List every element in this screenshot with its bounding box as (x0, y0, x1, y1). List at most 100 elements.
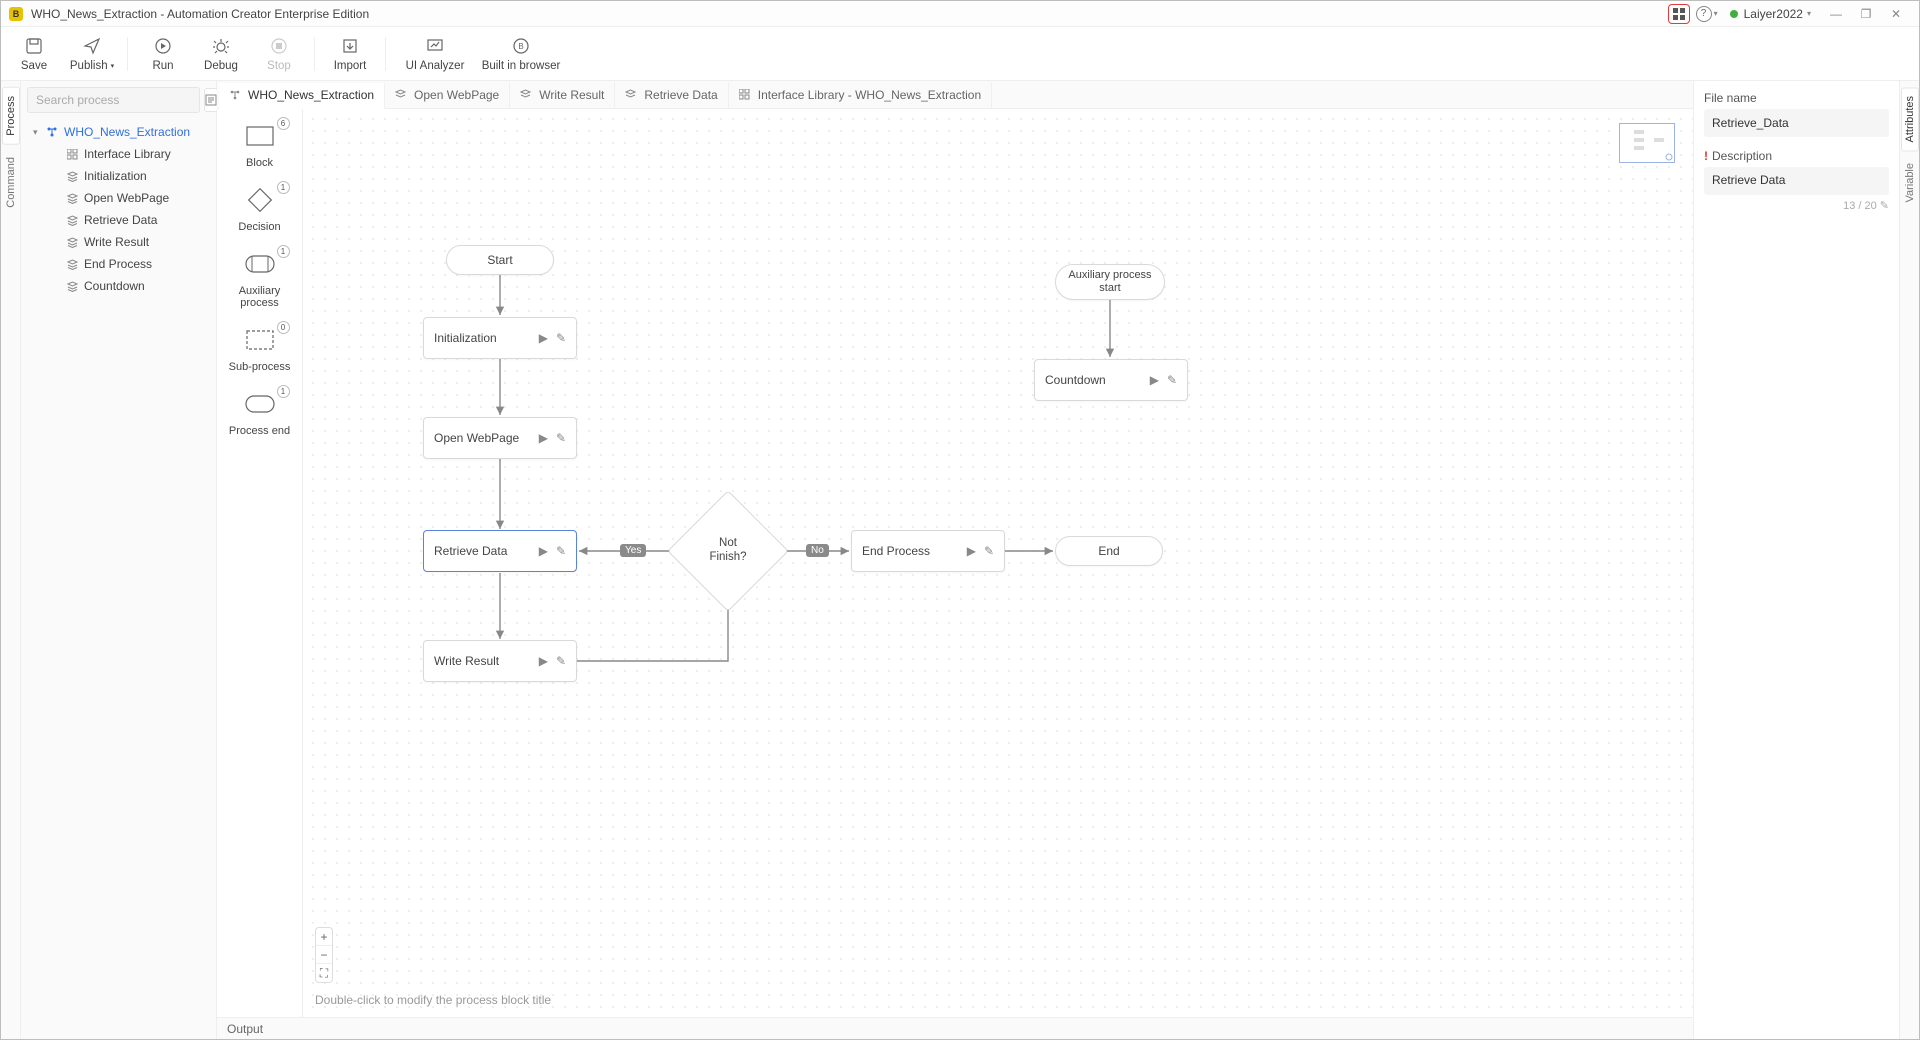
layers-icon (625, 89, 639, 100)
maximize-button[interactable]: ❐ (1851, 4, 1881, 24)
save-button[interactable]: Save (5, 36, 63, 72)
play-icon[interactable]: ▶ (967, 544, 976, 558)
tab-open-webpage[interactable]: Open WebPage (385, 82, 510, 108)
tree-item-end-process[interactable]: End Process (21, 253, 216, 275)
tab-write-result[interactable]: Write Result (510, 82, 615, 108)
close-button[interactable]: ✕ (1881, 4, 1911, 24)
end-shape-icon (245, 395, 275, 413)
palette-decision[interactable]: 1 Decision (222, 187, 298, 233)
edit-icon[interactable]: ✎ (556, 331, 566, 345)
layers-icon (395, 89, 409, 100)
canvas-hint: Double-click to modify the process block… (315, 993, 551, 1007)
user-menu[interactable]: Laiyer2022 ▾ (1730, 7, 1811, 21)
layers-icon (65, 237, 79, 248)
debug-button[interactable]: Debug (192, 36, 250, 72)
output-panel-header[interactable]: Output (217, 1017, 1693, 1039)
play-icon[interactable]: ▶ (539, 544, 548, 558)
side-tab-command[interactable]: Command (3, 149, 19, 216)
tab-retrieve-data[interactable]: Retrieve Data (615, 82, 728, 108)
zoom-fit-button[interactable]: ⛶ (316, 964, 332, 982)
filename-input[interactable] (1704, 109, 1889, 137)
layers-icon (65, 193, 79, 204)
help-button[interactable]: ? (1696, 6, 1712, 22)
tree-item-write-result[interactable]: Write Result (21, 231, 216, 253)
zoom-in-button[interactable]: + (316, 928, 332, 946)
edge-label-yes: Yes (620, 544, 646, 557)
flow-canvas[interactable]: Start Initialization ▶✎ Open WebPage ▶✎ (303, 109, 1693, 1017)
filter-icon (205, 94, 217, 106)
shape-palette: 6 Block 1 Decision 1 Auxil (217, 109, 303, 1017)
play-icon[interactable]: ▶ (539, 431, 548, 445)
node-initialization[interactable]: Initialization ▶✎ (423, 317, 577, 359)
svg-text:B: B (518, 42, 523, 51)
node-aux-start[interactable]: Auxiliary process start (1055, 264, 1165, 300)
tree-item-open-webpage[interactable]: Open WebPage (21, 187, 216, 209)
filter-button[interactable] (204, 88, 218, 112)
flow-icon (45, 126, 59, 138)
search-input[interactable] (27, 87, 200, 113)
palette-process-end[interactable]: 1 Process end (222, 391, 298, 437)
palette-block[interactable]: 6 Block (222, 123, 298, 169)
edge-label-no: No (806, 544, 829, 557)
ui-analyzer-button[interactable]: UI Analyzer (392, 36, 478, 72)
tab-interface-library[interactable]: Interface Library - WHO_News_Extraction (729, 82, 992, 108)
node-end-process[interactable]: End Process ▶✎ (851, 530, 1005, 572)
description-input[interactable] (1704, 167, 1889, 195)
node-retrieve-data[interactable]: Retrieve Data ▶✎ (423, 530, 577, 572)
app-icon: B (9, 7, 23, 21)
node-start[interactable]: Start (446, 245, 554, 275)
browser-button[interactable]: B Built in browser (478, 36, 564, 72)
tree-item-retrieve-data[interactable]: Retrieve Data (21, 209, 216, 231)
edit-icon[interactable]: ✎ (1167, 373, 1177, 387)
run-button[interactable]: Run (134, 36, 192, 72)
publish-icon (83, 37, 101, 55)
apps-grid-button[interactable] (1668, 4, 1690, 24)
tree-root[interactable]: ▾ WHO_News_Extraction (21, 121, 216, 143)
layers-icon (65, 281, 79, 292)
import-button[interactable]: Import (321, 36, 379, 72)
window-controls: — ❐ ✕ (1821, 4, 1911, 24)
edit-icon[interactable]: ✎ (556, 654, 566, 668)
title-bar: B WHO_News_Extraction - Automation Creat… (1, 1, 1919, 27)
right-side-tabs: Attributes Variable (1899, 81, 1919, 1039)
window-title: WHO_News_Extraction - Automation Creator… (31, 7, 369, 21)
palette-aux-process[interactable]: 1 Auxiliary process (222, 251, 298, 309)
zoom-controls: + − ⛶ (315, 927, 333, 983)
filename-label: File name (1704, 91, 1889, 105)
description-label: !Description (1704, 149, 1889, 163)
tree-item-interface-library[interactable]: Interface Library (21, 143, 216, 165)
edit-icon[interactable]: ✎ (556, 544, 566, 558)
layers-icon (65, 259, 79, 270)
help-caret-icon: ▾ (1714, 9, 1718, 18)
tab-who-news-extraction[interactable]: WHO_News_Extraction (219, 83, 385, 109)
layers-icon (520, 89, 534, 100)
side-tab-attributes[interactable]: Attributes (1901, 87, 1919, 151)
play-icon[interactable]: ▶ (539, 331, 548, 345)
toolbar: Save Publish▾ Run Debug Stop Import UI A… (1, 27, 1919, 81)
edit-icon[interactable]: ✎ (984, 544, 994, 558)
play-icon[interactable]: ▶ (539, 654, 548, 668)
tree-item-initialization[interactable]: Initialization (21, 165, 216, 187)
play-icon[interactable]: ▶ (1150, 373, 1159, 387)
node-write-result[interactable]: Write Result ▶✎ (423, 640, 577, 682)
node-open-webpage[interactable]: Open WebPage ▶✎ (423, 417, 577, 459)
process-tree: ▾ WHO_News_Extraction Interface Library … (21, 119, 216, 1039)
decision-shape-icon (247, 187, 273, 213)
debug-icon (212, 37, 230, 55)
node-end[interactable]: End (1055, 536, 1163, 566)
zoom-out-button[interactable]: − (316, 946, 332, 964)
description-counter: 13 / 20 ✎ (1704, 199, 1889, 212)
palette-sub-process[interactable]: 0 Sub-process (222, 327, 298, 373)
side-tab-variable[interactable]: Variable (1902, 155, 1918, 211)
minimize-button[interactable]: — (1821, 4, 1851, 24)
minimap[interactable] (1619, 123, 1675, 163)
tree-item-countdown[interactable]: Countdown (21, 275, 216, 297)
play-icon (154, 37, 172, 55)
side-tab-process[interactable]: Process (2, 87, 20, 145)
analyzer-icon (426, 37, 444, 55)
node-decision[interactable]: Not Finish? (685, 508, 771, 594)
edit-icon[interactable]: ✎ (556, 431, 566, 445)
editor-tab-bar: WHO_News_Extraction Open WebPage Write R… (217, 81, 1693, 109)
publish-button[interactable]: Publish▾ (63, 36, 121, 72)
node-countdown[interactable]: Countdown ▶✎ (1034, 359, 1188, 401)
